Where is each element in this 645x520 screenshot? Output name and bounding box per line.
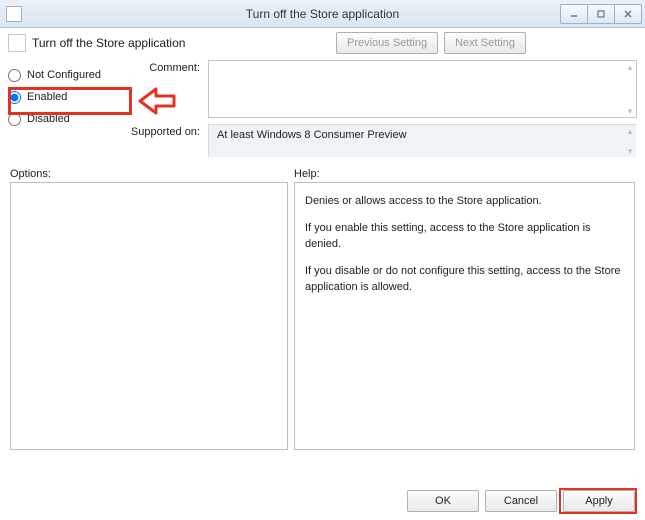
supported-value: At least Windows 8 Consumer Preview xyxy=(217,129,407,141)
radio-enabled-label: Enabled xyxy=(27,91,67,103)
help-text-3: If you disable or do not configure this … xyxy=(305,263,624,296)
radio-not-configured-input[interactable] xyxy=(8,69,21,82)
pane-labels: Options: Help: xyxy=(0,158,645,182)
ok-button[interactable]: OK xyxy=(407,490,479,512)
help-text-1: Denies or allows access to the Store app… xyxy=(305,193,624,210)
apply-button[interactable]: Apply xyxy=(563,490,635,512)
config-area: Not Configured Enabled Disabled Comment:… xyxy=(0,60,645,158)
scroll-down-icon: ▾ xyxy=(626,147,634,155)
fields: Comment: ▴ ▾ Supported on: At least Wind… xyxy=(128,60,637,158)
radio-disabled-input[interactable] xyxy=(8,113,21,126)
policy-title: Turn off the Store application xyxy=(32,36,185,50)
panes: Denies or allows access to the Store app… xyxy=(0,182,645,450)
close-button[interactable] xyxy=(614,4,642,24)
scroll-up-icon: ▴ xyxy=(626,63,634,71)
radio-enabled[interactable]: Enabled xyxy=(8,86,128,108)
radio-disabled[interactable]: Disabled xyxy=(8,108,128,130)
minimize-button[interactable] xyxy=(560,4,588,24)
comment-label: Comment: xyxy=(128,60,208,74)
help-pane: Denies or allows access to the Store app… xyxy=(294,182,635,450)
help-label: Help: xyxy=(294,168,320,180)
options-pane xyxy=(10,182,288,450)
previous-setting-button[interactable]: Previous Setting xyxy=(336,32,438,54)
supported-label: Supported on: xyxy=(128,124,208,138)
supported-box: At least Windows 8 Consumer Preview ▴ ▾ xyxy=(208,124,637,158)
nav-buttons: Previous Setting Next Setting xyxy=(336,32,526,54)
scroll-down-icon: ▾ xyxy=(626,107,634,115)
radio-not-configured-label: Not Configured xyxy=(27,69,101,81)
dialog-buttons: OK Cancel Apply xyxy=(407,490,635,512)
state-radios: Not Configured Enabled Disabled xyxy=(8,60,128,158)
next-setting-button[interactable]: Next Setting xyxy=(444,32,526,54)
help-text-2: If you enable this setting, access to th… xyxy=(305,220,624,253)
policy-header: Turn off the Store application Previous … xyxy=(0,28,645,60)
window-title: Turn off the Store application xyxy=(0,7,645,21)
maximize-button[interactable] xyxy=(587,4,615,24)
cancel-button[interactable]: Cancel xyxy=(485,490,557,512)
radio-disabled-label: Disabled xyxy=(27,113,70,125)
app-icon xyxy=(6,6,22,22)
comment-textarea[interactable]: ▴ ▾ xyxy=(208,60,637,118)
window-buttons xyxy=(561,4,642,24)
radio-enabled-input[interactable] xyxy=(8,91,21,104)
options-label: Options: xyxy=(10,168,294,180)
title-bar: Turn off the Store application xyxy=(0,0,645,28)
radio-not-configured[interactable]: Not Configured xyxy=(8,64,128,86)
scroll-up-icon: ▴ xyxy=(626,127,634,135)
policy-icon xyxy=(8,34,26,52)
